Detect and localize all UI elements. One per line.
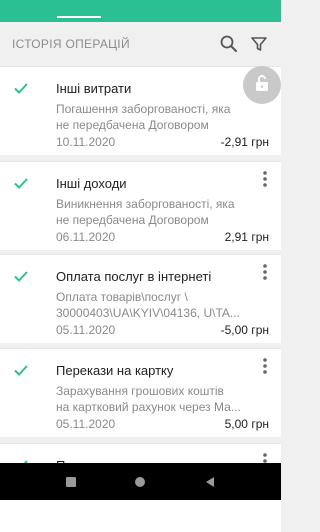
transaction-date: 05.11.2020: [56, 323, 116, 337]
transaction-description: Оплата товарів\послуг \ 30000403\UA\KYIV…: [56, 290, 240, 320]
transaction-item[interactable]: Інші витрати Погашення заборгованості, я…: [0, 66, 281, 155]
lock-button[interactable]: [243, 66, 281, 104]
header: ІСТОРІЯ ОПЕРАЦІЙ: [0, 22, 281, 66]
transaction-item[interactable]: Оплата послуг в інтернеті Оплата товарів…: [0, 254, 281, 343]
transaction-item[interactable]: Інші доходи Виникнення заборгованості, я…: [0, 161, 281, 250]
filter-icon[interactable]: [249, 34, 269, 54]
check-icon: [13, 362, 29, 378]
transaction-item[interactable]: Перекази на картку Зарахування грошових …: [0, 348, 281, 437]
more-vertical-icon[interactable]: [262, 357, 268, 375]
tab-indicator: [57, 16, 101, 18]
more-vertical-icon[interactable]: [262, 263, 268, 281]
transaction-amount: -2,91 грн: [220, 135, 269, 149]
page-title: ІСТОРІЯ ОПЕРАЦІЙ: [12, 37, 130, 51]
home-icon[interactable]: [134, 475, 146, 493]
check-icon: [13, 175, 29, 191]
transaction-name: Інші витрати: [56, 81, 132, 96]
transaction-date: 10.11.2020: [56, 135, 116, 149]
top-tab-bar: [0, 0, 281, 22]
transaction-amount: 5,00 грн: [224, 417, 269, 431]
back-icon[interactable]: [204, 475, 216, 493]
transaction-date: 06.11.2020: [56, 230, 116, 244]
recents-icon[interactable]: [65, 475, 77, 493]
transaction-description: Зарахування грошових коштів на картковий…: [56, 384, 241, 414]
more-vertical-icon[interactable]: [262, 170, 268, 188]
transaction-name: Перекази на картку: [56, 363, 174, 378]
search-icon[interactable]: [219, 34, 239, 54]
transaction-name: Інші доходи: [56, 176, 127, 191]
transaction-name: Оплата послуг в інтернеті: [56, 269, 212, 284]
system-nav-bar: [0, 463, 281, 500]
transaction-description: Погашення заборгованості, яка не передба…: [56, 102, 231, 132]
transaction-amount: -5,00 грн: [220, 323, 269, 337]
transaction-date: 05.11.2020: [56, 417, 116, 431]
check-icon: [13, 80, 29, 96]
check-icon: [13, 268, 29, 284]
transaction-description: Виникнення заборгованості, яка не передб…: [56, 197, 235, 227]
transaction-amount: 2,91 грн: [224, 230, 269, 244]
lock-icon: [254, 74, 270, 97]
